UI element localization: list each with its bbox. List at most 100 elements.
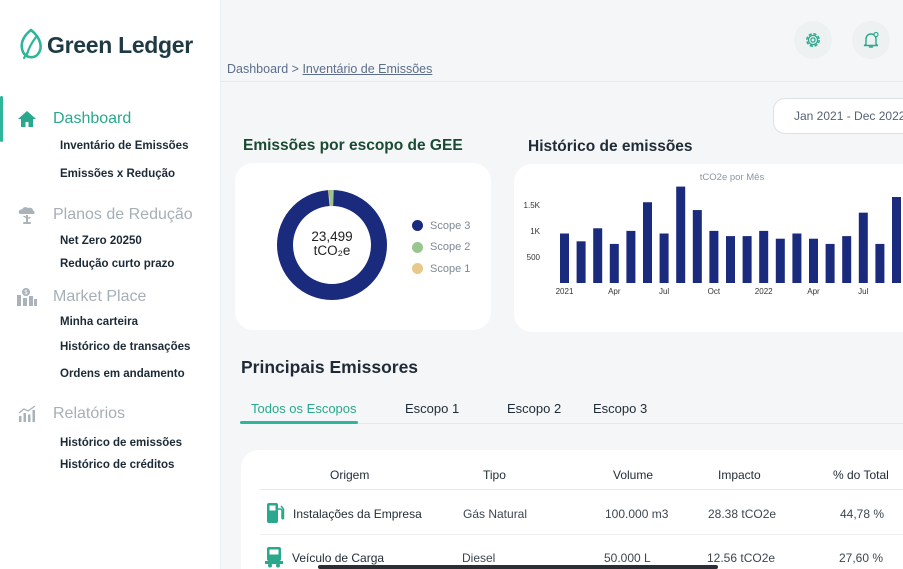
chart-bar[interactable] bbox=[875, 243, 885, 283]
nav-group-dashboard: Dashboard Inventário de Emissões Emissõe… bbox=[0, 108, 221, 180]
chart-bar[interactable] bbox=[842, 236, 852, 283]
breadcrumb-current[interactable]: Inventário de Emissões bbox=[302, 62, 432, 76]
cell-tipo: Diesel bbox=[462, 551, 496, 565]
chart-bar[interactable] bbox=[643, 202, 652, 283]
brand-name: Green Ledger bbox=[47, 31, 193, 58]
chart-bar[interactable] bbox=[659, 233, 669, 284]
gear-icon bbox=[806, 33, 820, 47]
column-header-impacto[interactable]: Impacto bbox=[718, 468, 761, 482]
chart-bar[interactable] bbox=[676, 186, 686, 283]
chart-bar[interactable] bbox=[626, 230, 636, 283]
cell-volume: 50.000 L bbox=[604, 551, 651, 565]
nav-item-dashboard[interactable]: Dashboard bbox=[0, 108, 221, 130]
chart-bar[interactable] bbox=[609, 243, 619, 283]
marketplace-icon: $ bbox=[16, 286, 38, 308]
breadcrumb-root[interactable]: Dashboard bbox=[227, 62, 288, 76]
chart-bar[interactable] bbox=[892, 197, 901, 283]
chart-bar[interactable] bbox=[858, 212, 868, 283]
chart-bar[interactable] bbox=[576, 241, 586, 283]
leaf-logo-icon bbox=[20, 28, 42, 60]
nav-sub-historico-emissoes[interactable]: Histórico de emissões bbox=[0, 437, 182, 449]
bell-icon bbox=[863, 31, 879, 48]
chart-bar[interactable] bbox=[759, 230, 769, 283]
nav-label: Relatórios bbox=[53, 405, 126, 422]
header-divider bbox=[221, 81, 903, 82]
nav-sub-emissoes-reducao[interactable]: Emissões x Redução bbox=[0, 168, 175, 180]
nav-item-relatorios[interactable]: Relatórios bbox=[0, 403, 221, 425]
cell-percent: 27,60 % bbox=[839, 551, 884, 565]
cloud-plant-icon bbox=[16, 204, 38, 226]
nav-sub-reducao-curto[interactable]: Redução curto prazo bbox=[0, 258, 174, 270]
date-range-picker[interactable]: Jan 2021 - Dec 2022 bbox=[773, 98, 903, 134]
nav-item-planos-reducao[interactable]: Planos de Redução bbox=[0, 204, 221, 226]
nav-sub-historico-creditos[interactable]: Histórico de créditos bbox=[0, 459, 174, 471]
chart-bar[interactable] bbox=[692, 210, 702, 283]
y-tick-label: 1.5K bbox=[524, 201, 541, 210]
legend-swatch bbox=[412, 220, 423, 232]
tab-escopo-3[interactable]: Escopo 3 bbox=[593, 401, 647, 416]
nav-sub-minha-carteira[interactable]: Minha carteira bbox=[0, 316, 138, 328]
nav-item-market-place[interactable]: $ Market Place bbox=[0, 286, 221, 308]
horizontal-scrollbar[interactable] bbox=[318, 565, 718, 569]
column-header-percent[interactable]: % do Total bbox=[833, 468, 889, 482]
legend-item-scope1[interactable]: Scope 1 bbox=[412, 258, 470, 280]
x-tick-label: 2021 bbox=[556, 287, 574, 296]
cell-volume: 100.000 m3 bbox=[605, 507, 669, 521]
nav-label: Dashboard bbox=[53, 110, 132, 127]
history-bar-chart: tCO2e por Mês 1.5K 1K 500 2021 Apr Jul Oct 2022 A… bbox=[524, 172, 901, 296]
tab-escopo-1[interactable]: Escopo 1 bbox=[405, 401, 459, 416]
legend-swatch bbox=[412, 241, 423, 253]
emitters-title: Principais Emissores bbox=[241, 357, 419, 377]
chart-bar[interactable] bbox=[593, 228, 603, 283]
legend-item-scope3[interactable]: Scope 3 bbox=[412, 215, 470, 237]
legend-label: Scope 1 bbox=[430, 262, 471, 275]
active-tab-underline bbox=[240, 421, 358, 424]
report-chart-icon bbox=[16, 403, 38, 425]
y-tick-label: 1K bbox=[530, 227, 540, 236]
chart-bar[interactable] bbox=[560, 233, 569, 284]
nav-sub-historico-transacoes[interactable]: Histórico de transações bbox=[0, 341, 190, 353]
x-tick-label: Jul bbox=[659, 287, 669, 296]
row-divider bbox=[260, 534, 903, 535]
tab-todos-escopos[interactable]: Todos os Escopos bbox=[251, 401, 357, 416]
legend-label: Scope 2 bbox=[430, 241, 471, 254]
cell-origem: Instalações da Empresa bbox=[293, 507, 422, 521]
legend-item-scope2[interactable]: Scope 2 bbox=[412, 237, 470, 259]
fuel-pump-icon bbox=[267, 503, 285, 523]
column-header-volume[interactable]: Volume bbox=[613, 468, 653, 482]
legend-swatch bbox=[412, 263, 423, 275]
cell-tipo: Gás Natural bbox=[463, 507, 528, 521]
chart-bar[interactable] bbox=[809, 238, 818, 283]
chart-bar[interactable] bbox=[709, 230, 719, 283]
chart-title: tCO2e por Mês bbox=[700, 172, 765, 183]
home-icon bbox=[16, 108, 38, 130]
brand-logo[interactable]: Green Ledger bbox=[18, 28, 193, 62]
x-tick-label: Apr bbox=[807, 287, 820, 296]
nav-label: Market Place bbox=[53, 288, 147, 305]
table-header-divider bbox=[260, 489, 903, 490]
notifications-button[interactable] bbox=[852, 21, 890, 59]
y-tick-label: 500 bbox=[527, 253, 541, 262]
nav-group-planos: Planos de Redução Net Zero 20250 Redução… bbox=[0, 204, 221, 270]
donut-center-value: 23,499 bbox=[311, 229, 353, 244]
cell-impacto: 12.56 tCO2e bbox=[707, 551, 776, 565]
cell-impacto: 28.38 tCO2e bbox=[708, 507, 777, 521]
nav-sub-inventario[interactable]: Inventário de Emissões bbox=[0, 140, 188, 152]
column-header-tipo[interactable]: Tipo bbox=[483, 468, 506, 482]
chart-bar[interactable] bbox=[742, 236, 752, 283]
column-header-origem[interactable]: Origem bbox=[330, 468, 369, 482]
chart-bar[interactable] bbox=[792, 233, 802, 284]
nav-group-market: $ Market Place Minha carteira Histórico … bbox=[0, 286, 221, 380]
x-tick-label: 2022 bbox=[755, 287, 773, 296]
legend-label: Scope 3 bbox=[430, 219, 471, 232]
scope-legend: Scope 3 Scope 2 Scope 1 bbox=[412, 215, 470, 280]
chart-bar[interactable] bbox=[825, 243, 835, 283]
x-tick-label: Jul bbox=[858, 287, 868, 296]
nav-sub-ordens[interactable]: Ordens em andamento bbox=[0, 368, 185, 380]
svg-text:$: $ bbox=[24, 289, 28, 296]
settings-button[interactable] bbox=[794, 21, 832, 59]
chart-bar[interactable] bbox=[726, 236, 735, 283]
tab-escopo-2[interactable]: Escopo 2 bbox=[507, 401, 561, 416]
nav-sub-net-zero[interactable]: Net Zero 20250 bbox=[0, 235, 142, 247]
chart-bar[interactable] bbox=[775, 238, 785, 283]
